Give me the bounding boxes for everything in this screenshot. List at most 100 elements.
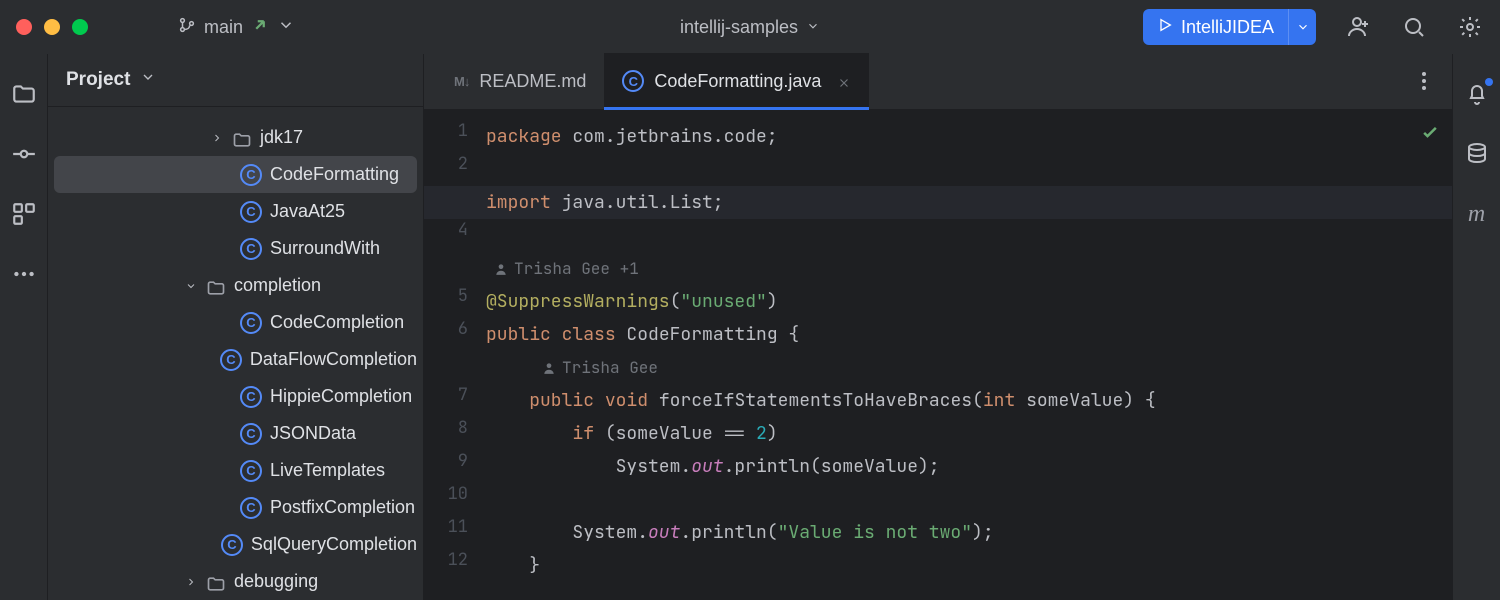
right-tool-strip: m (1452, 54, 1500, 600)
line-number-gutter: 123456789101112 (424, 110, 486, 600)
editor-tab[interactable]: C CodeFormatting.java (604, 53, 869, 109)
code-line[interactable]: System.out.println(someValue); (486, 450, 1452, 483)
tree-item-livetemplates[interactable]: C LiveTemplates (54, 452, 417, 489)
class-icon: C (221, 534, 243, 556)
chevron-icon (210, 132, 224, 144)
chevron-down-icon (277, 16, 295, 39)
editor-tab[interactable]: M↓README.md (436, 53, 604, 109)
window-controls (16, 19, 88, 35)
tree-item-label: PostfixCompletion (270, 497, 415, 518)
tree-item-label: jdk17 (260, 127, 303, 148)
close-tab-icon[interactable] (837, 74, 851, 88)
tree-item-codecompletion[interactable]: C CodeCompletion (54, 304, 417, 341)
tree-item-label: SurroundWith (270, 238, 380, 259)
tree-item-javaat25[interactable]: C JavaAt25 (54, 193, 417, 230)
tree-item-debugging[interactable]: debugging (54, 563, 417, 600)
git-branch-name: main (204, 17, 243, 38)
author-annotation: Trisha Gee +1 (486, 252, 1452, 285)
code-editor[interactable]: 123456789101112 package com.jetbrains.co… (424, 110, 1452, 600)
code-line[interactable]: if (someValue == 2) (486, 417, 1452, 450)
class-icon: C (240, 201, 262, 223)
project-panel: Project jdk17CCodeFormattingCJavaAt25CSu… (48, 54, 424, 600)
run-config-label: IntelliJIDEA (1181, 17, 1274, 38)
tree-item-jdk17[interactable]: jdk17 (54, 119, 417, 156)
tree-item-label: debugging (234, 571, 318, 592)
project-name: intellij-samples (680, 17, 798, 38)
commit-tool-icon[interactable] (10, 140, 38, 168)
search-icon[interactable] (1400, 13, 1428, 41)
code-line[interactable]: public class CodeFormatting { (486, 318, 1452, 351)
folder-icon (232, 130, 252, 146)
minimize-window-button[interactable] (44, 19, 60, 35)
tab-actions-icon[interactable] (1410, 67, 1438, 95)
structure-tool-icon[interactable] (10, 200, 38, 228)
more-tools-icon[interactable] (10, 260, 38, 288)
run-config-button[interactable]: IntelliJIDEA (1143, 9, 1316, 45)
tree-item-surroundwith[interactable]: C SurroundWith (54, 230, 417, 267)
notifications-icon[interactable] (1463, 80, 1491, 108)
tree-item-postfixcompletion[interactable]: C PostfixCompletion (54, 489, 417, 526)
code-line[interactable]: @SuppressWarnings("unused") (486, 285, 1452, 318)
class-icon: C (240, 460, 262, 482)
class-icon: C (240, 312, 262, 334)
code-line[interactable]: } (486, 549, 1452, 582)
code-line[interactable]: package com.jetbrains.code; (486, 120, 1452, 153)
class-icon: C (220, 349, 242, 371)
code-line[interactable]: System.out.println("Value is not two"); (486, 516, 1452, 549)
close-window-button[interactable] (16, 19, 32, 35)
editor-tabbar: M↓README.md C CodeFormatting.java (424, 54, 1452, 110)
folder-icon (206, 574, 226, 590)
tree-item-hippiecompletion[interactable]: C HippieCompletion (54, 378, 417, 415)
chevron-down-icon (140, 69, 156, 91)
tab-label: CodeFormatting.java (654, 71, 821, 92)
gear-icon[interactable] (1456, 13, 1484, 41)
tree-item-dataflowcompletion[interactable]: C DataFlowCompletion (54, 341, 417, 378)
tree-item-sqlquerycompletion[interactable]: C SqlQueryCompletion (54, 526, 417, 563)
class-icon: C (622, 70, 644, 92)
code-line[interactable] (486, 153, 1452, 186)
fullscreen-window-button[interactable] (72, 19, 88, 35)
project-tree: jdk17CCodeFormattingCJavaAt25CSurroundWi… (48, 107, 423, 600)
project-panel-title: Project (66, 69, 130, 91)
tree-item-codeformatting[interactable]: CCodeFormatting (54, 156, 417, 193)
tree-item-label: CodeFormatting (270, 164, 399, 185)
code-line[interactable]: import java.util.List; (486, 186, 1452, 219)
chevron-icon (184, 280, 198, 292)
chevron-down-icon (806, 17, 820, 38)
tree-item-label: JavaAt25 (270, 201, 345, 222)
tree-item-label: DataFlowCompletion (250, 349, 417, 370)
project-panel-header[interactable]: Project (48, 54, 423, 107)
tree-item-jsondata[interactable]: C JSONData (54, 415, 417, 452)
code-line[interactable] (486, 219, 1452, 252)
left-tool-strip (0, 54, 48, 600)
tree-item-label: CodeCompletion (270, 312, 404, 333)
folder-icon (206, 278, 226, 294)
code-line[interactable] (486, 483, 1452, 516)
git-outgoing-icon (251, 16, 269, 39)
project-selector[interactable]: intellij-samples (680, 17, 820, 38)
titlebar: main intellij-samples IntelliJIDEA (0, 0, 1500, 54)
run-config-dropdown[interactable] (1288, 9, 1316, 45)
maven-tool-icon[interactable]: m (1463, 200, 1491, 228)
git-branch-icon (178, 16, 196, 39)
tree-item-label: HippieCompletion (270, 386, 412, 407)
database-tool-icon[interactable] (1463, 140, 1491, 168)
code-with-me-icon[interactable] (1344, 13, 1372, 41)
tree-item-label: LiveTemplates (270, 460, 385, 481)
tree-item-label: SqlQueryCompletion (251, 534, 417, 555)
class-icon: C (240, 386, 262, 408)
git-branch-selector[interactable]: main (178, 16, 295, 39)
author-annotation: Trisha Gee (486, 351, 1452, 384)
tree-item-label: completion (234, 275, 321, 296)
chevron-icon (184, 576, 198, 588)
tree-item-label: JSONData (270, 423, 356, 444)
class-icon: C (240, 423, 262, 445)
class-icon: C (240, 238, 262, 260)
code-line[interactable]: public void forceIfStatementsToHaveBrace… (486, 384, 1452, 417)
tree-item-completion[interactable]: completion (54, 267, 417, 304)
class-icon: C (240, 497, 262, 519)
play-icon (1157, 17, 1173, 38)
markdown-icon: M↓ (454, 74, 469, 89)
editor-area: M↓README.md C CodeFormatting.java 12345678… (424, 54, 1452, 600)
project-tool-icon[interactable] (10, 80, 38, 108)
